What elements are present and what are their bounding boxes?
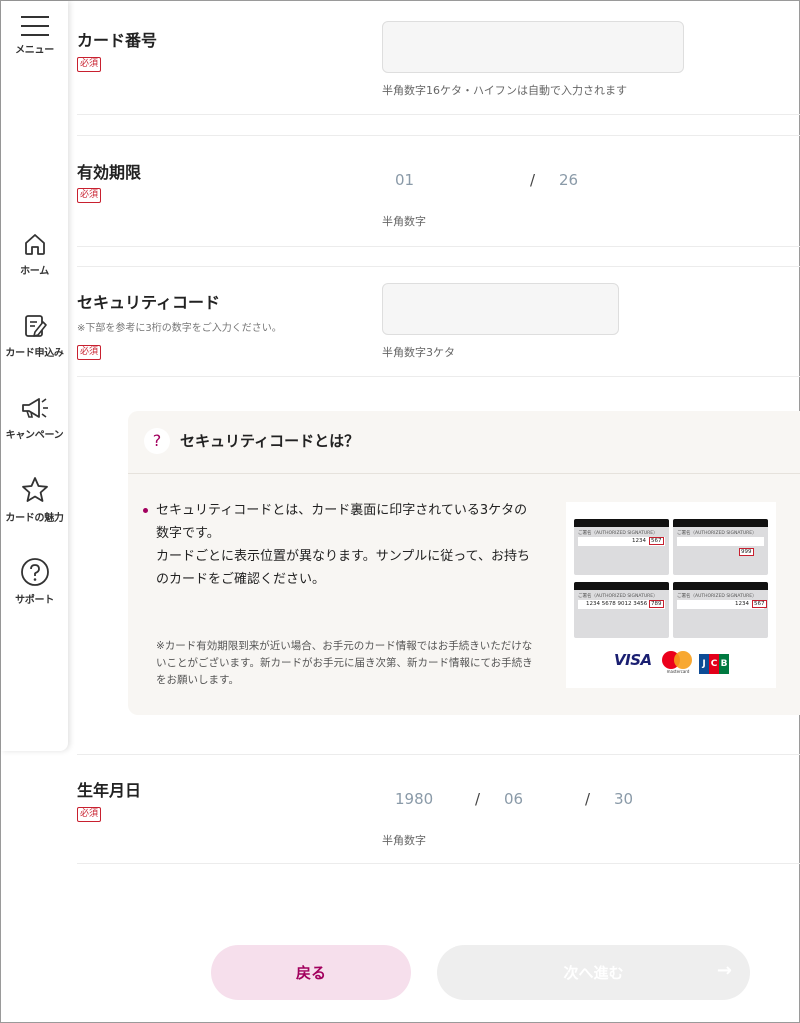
jcb-logo: JCB — [699, 651, 729, 674]
required-badge: 必須 — [77, 57, 102, 72]
sidebar-item-label: カード申込み — [5, 348, 64, 359]
menu-button[interactable]: メニュー — [1, 15, 68, 56]
info-note: ※カード有効期限到来が近い場合、お手元のカード情報ではお手続きいただけないことが… — [156, 640, 533, 686]
card-number-row: カード番号 必須 半角数字16ケタ・ハイフンは自動で入力されます — [77, 0, 800, 115]
required-badge: 必須 — [77, 345, 102, 360]
sidebar-item-support[interactable]: サポート — [1, 557, 68, 606]
sample-card: ご署名（AUTHORIZED SIGNATURE） 999 — [673, 519, 768, 575]
security-code-hint: 半角数字3ケタ — [382, 346, 455, 359]
next-button[interactable]: 次へ進む → — [437, 945, 750, 1000]
required-badge: 必須 — [77, 188, 102, 203]
sample-card: ご署名（AUTHORIZED SIGNATURE） 1234 567 — [673, 582, 768, 638]
expiry-title: 有効期限 — [77, 163, 142, 182]
birthday-row: 生年月日 必須 1980 / 06 / 30 半角数字 — [77, 754, 800, 864]
next-button-label: 次へ進む — [563, 964, 624, 982]
help-icon — [20, 558, 49, 586]
sidebar-item-home[interactable]: ホーム — [1, 230, 68, 277]
birthday-title: 生年月日 — [77, 781, 142, 800]
birth-year-input[interactable]: 1980 — [395, 790, 433, 808]
security-code-input[interactable] — [382, 283, 619, 335]
info-body: セキュリティコードとは、カード裏面に印字されている3ケタの数字です。 カードごと… — [156, 503, 531, 587]
expiry-hint: 半角数字 — [382, 215, 426, 228]
sidebar-item-features[interactable]: カードの魅力 — [1, 475, 68, 524]
sample-card: ご署名（AUTHORIZED SIGNATURE） 1234 567 — [574, 519, 669, 575]
card-number-title: カード番号 — [77, 31, 158, 50]
expiry-row: 有効期限 必須 01 / 26 半角数字 — [77, 135, 800, 247]
sidebar-item-application[interactable]: カード申込み — [1, 312, 68, 359]
birth-day-input[interactable]: 30 — [614, 790, 633, 808]
required-badge: 必須 — [77, 807, 102, 822]
menu-label: メニュー — [15, 45, 54, 56]
sidebar-item-label: カードの魅力 — [5, 513, 64, 524]
info-header: ? セキュリティコードとは？ — [128, 411, 800, 474]
security-code-info-box: ? セキュリティコードとは？ セキュリティコードとは、カード裏面に印字されている… — [128, 411, 800, 715]
card-number-input[interactable] — [382, 21, 684, 73]
security-code-row: セキュリティコード ※下部を参考に3桁の数字をご入力ください。 必須 半角数字3… — [77, 266, 800, 377]
sidebar-item-label: ホーム — [20, 266, 49, 277]
card-sample-image: ご署名（AUTHORIZED SIGNATURE） 1234 567 ご署名（A… — [566, 502, 776, 688]
application-icon — [24, 315, 47, 337]
sidebar: メニュー ホーム カード申込み キャンペーン カードの魅力 サポート — [1, 1, 68, 751]
home-icon — [24, 234, 45, 255]
arrow-right-icon: → — [716, 960, 732, 981]
security-code-title: セキュリティコード — [77, 293, 221, 312]
sample-card: ご署名（AUTHORIZED SIGNATURE） 1234 5678 9012… — [574, 582, 669, 638]
card-number-hint: 半角数字16ケタ・ハイフンは自動で入力されます — [382, 84, 627, 97]
date-separator: / — [475, 790, 481, 808]
megaphone-icon — [21, 398, 48, 418]
star-icon — [21, 477, 48, 502]
hamburger-icon — [20, 16, 49, 36]
birthday-hint: 半角数字 — [382, 834, 426, 847]
mastercard-logo: mastercard — [662, 651, 694, 674]
expiry-month-input[interactable]: 01 — [395, 171, 414, 189]
date-separator: / — [530, 171, 536, 189]
sidebar-item-label: キャンペーン — [5, 430, 64, 441]
sidebar-item-campaign[interactable]: キャンペーン — [1, 394, 68, 441]
info-title: セキュリティコードとは？ — [180, 432, 360, 450]
sidebar-item-label: サポート — [15, 595, 54, 606]
birth-month-input[interactable]: 06 — [504, 790, 523, 808]
expiry-year-input[interactable]: 26 — [559, 171, 578, 189]
bullet-icon — [143, 508, 148, 513]
date-separator: / — [585, 790, 591, 808]
visa-logo: VISA — [614, 651, 652, 669]
security-code-note: ※下部を参考に3桁の数字をご入力ください。 — [77, 323, 282, 334]
back-button[interactable]: 戻る — [211, 945, 411, 1000]
question-icon: ? — [144, 428, 170, 454]
